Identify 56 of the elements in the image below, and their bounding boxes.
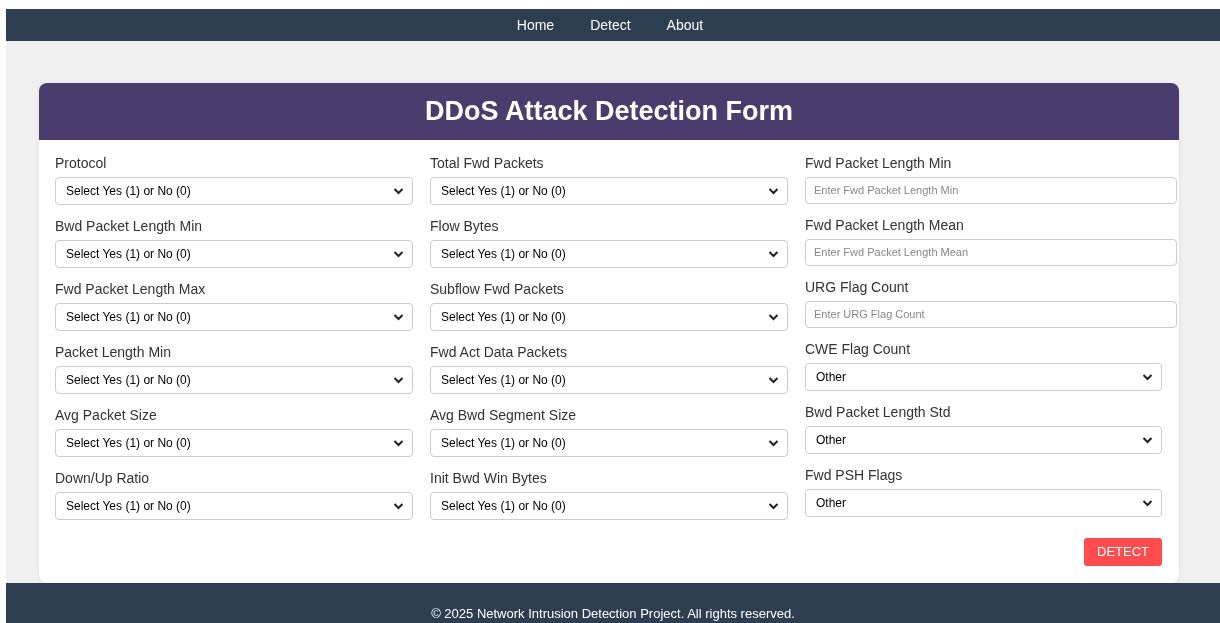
- select-field[interactable]: Select Yes (1) or No (0): [55, 428, 413, 457]
- select-field[interactable]: Select Yes (1) or No (0): [430, 428, 788, 457]
- select-field[interactable]: Other: [805, 362, 1162, 391]
- field-label: Fwd Packet Length Max: [55, 280, 207, 297]
- nav-link[interactable]: Detect: [590, 16, 631, 33]
- field-label: Bwd Packet Length Std: [805, 403, 952, 420]
- field-label: Protocol: [55, 154, 108, 171]
- select-field[interactable]: Select Yes (1) or No (0): [430, 239, 788, 268]
- nav-link[interactable]: About: [666, 16, 704, 33]
- input-field[interactable]: Enter Fwd Packet Length Min: [805, 176, 1177, 204]
- chevron-down-icon: [768, 312, 779, 321]
- select-field[interactable]: Select Yes (1) or No (0): [430, 176, 788, 205]
- chevron-down-icon: [768, 375, 779, 384]
- field-label: Init Bwd Win Bytes: [430, 469, 548, 486]
- chevron-down-icon: [393, 186, 404, 195]
- field-label: Total Fwd Packets: [430, 154, 545, 171]
- field-label: Down/Up Ratio: [55, 469, 151, 486]
- chevron-down-icon: [768, 501, 779, 510]
- select-field[interactable]: Select Yes (1) or No (0): [55, 239, 413, 268]
- chevron-down-icon: [393, 375, 404, 384]
- chevron-down-icon: [768, 186, 779, 195]
- select-field[interactable]: Select Yes (1) or No (0): [430, 302, 788, 331]
- chevron-down-icon: [1142, 498, 1153, 507]
- chevron-down-icon: [393, 501, 404, 510]
- field-label: Subflow Fwd Packets: [430, 280, 565, 297]
- field-label: Fwd Packet Length Mean: [805, 216, 965, 233]
- chevron-down-icon: [768, 438, 779, 447]
- select-field[interactable]: Other: [805, 425, 1162, 454]
- select-field[interactable]: Other: [805, 488, 1162, 517]
- chevron-down-icon: [393, 249, 404, 258]
- chevron-down-icon: [393, 438, 404, 447]
- field-label: Avg Packet Size: [55, 406, 158, 423]
- select-field[interactable]: Select Yes (1) or No (0): [55, 491, 413, 520]
- chevron-down-icon: [393, 312, 404, 321]
- input-field[interactable]: Enter Fwd Packet Length Mean: [805, 238, 1177, 266]
- select-field[interactable]: Select Yes (1) or No (0): [55, 302, 413, 331]
- chevron-down-icon: [768, 249, 779, 258]
- select-field[interactable]: Select Yes (1) or No (0): [55, 365, 413, 394]
- nav-link[interactable]: Home: [516, 16, 555, 33]
- chevron-down-icon: [1142, 372, 1153, 381]
- select-field[interactable]: Select Yes (1) or No (0): [430, 365, 788, 394]
- field-label: Fwd PSH Flags: [805, 466, 904, 483]
- field-label: Bwd Packet Length Min: [55, 217, 204, 234]
- field-label: URG Flag Count: [805, 278, 910, 295]
- field-label: CWE Flag Count: [805, 340, 912, 357]
- field-label: Fwd Act Data Packets: [430, 343, 568, 360]
- field-label: Fwd Packet Length Min: [805, 154, 953, 171]
- field-label: Avg Bwd Segment Size: [430, 406, 578, 423]
- select-field[interactable]: Select Yes (1) or No (0): [55, 176, 413, 205]
- form-title: DDoS Attack Detection Form: [424, 95, 793, 127]
- footer-text: © 2025 Network Intrusion Detection Project. All rights reserved.: [431, 606, 795, 623]
- field-label: Flow Bytes: [430, 217, 500, 234]
- field-label: Packet Length Min: [55, 343, 172, 360]
- chevron-down-icon: [1142, 435, 1153, 444]
- select-field[interactable]: Select Yes (1) or No (0): [430, 491, 788, 520]
- input-field[interactable]: Enter URG Flag Count: [805, 300, 1177, 328]
